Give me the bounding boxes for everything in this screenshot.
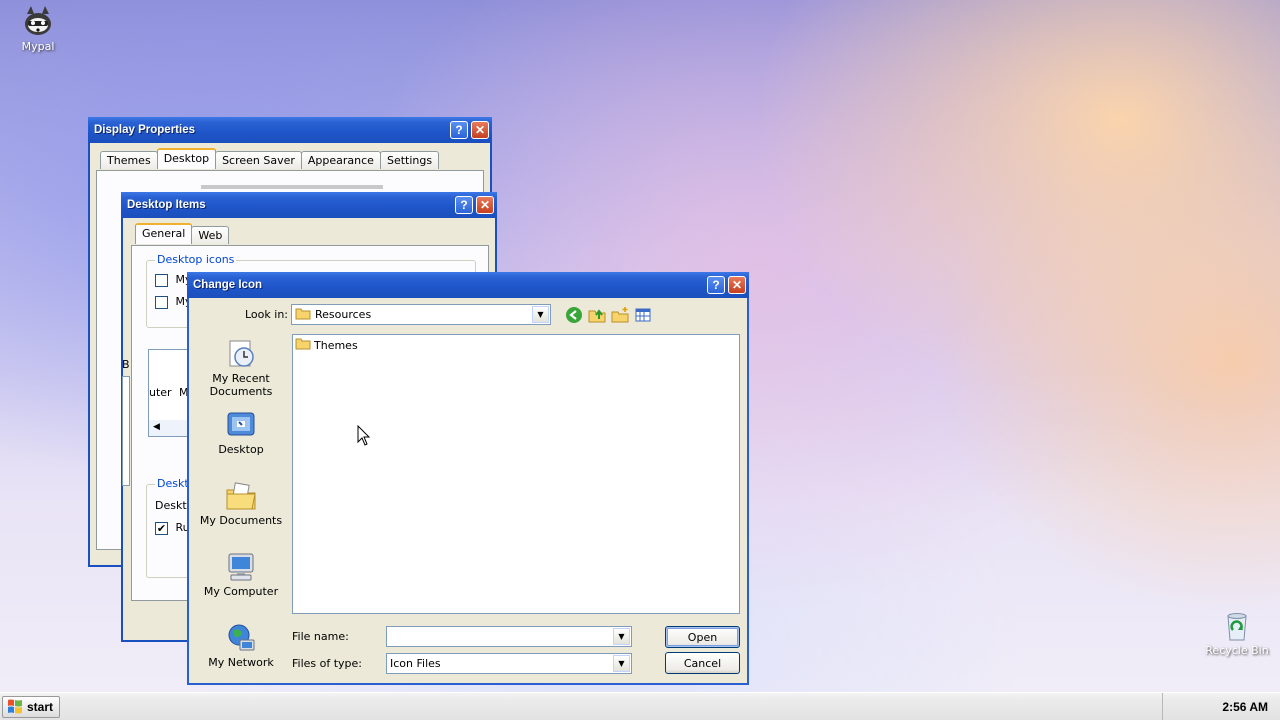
list-item[interactable]: Themes (295, 337, 358, 353)
desktop-icon (225, 409, 257, 441)
start-button[interactable]: start (2, 696, 60, 718)
close-button[interactable]: ✕ (728, 276, 746, 294)
folder-icon (295, 307, 311, 323)
start-label: start (27, 700, 54, 714)
my-documents-icon (225, 480, 257, 512)
place-my-documents[interactable]: My Documents (193, 480, 289, 527)
my-computer-icon (225, 551, 257, 583)
monitor-preview-edge (201, 185, 383, 189)
title-bar: Display Properties ? ✕ (88, 117, 492, 143)
look-in-value: Resources (315, 308, 372, 321)
recent-documents-icon (225, 338, 257, 370)
scroll-left-icon[interactable]: ◀ (153, 422, 160, 432)
group-label: Desktop icons (155, 253, 237, 266)
my-network-icon (225, 622, 257, 654)
clock[interactable]: 2:56 AM (1222, 700, 1268, 714)
taskbar: start 2:56 AM (0, 692, 1280, 720)
cancel-button[interactable]: Cancel (665, 652, 740, 674)
chevron-down-icon[interactable]: ▼ (613, 628, 630, 645)
window-title: Change Icon (193, 279, 263, 291)
files-of-type-dropdown[interactable]: Icon Files ▼ (386, 653, 632, 674)
tab-web[interactable]: Web (191, 226, 230, 244)
partial-label: B (122, 358, 130, 371)
icon-caption: uter (149, 386, 172, 399)
desktop-icon-label: Mypal (21, 40, 55, 53)
files-of-type-label: Files of type: (292, 657, 363, 670)
window-title: Display Properties (94, 124, 195, 136)
folder-icon (295, 337, 311, 353)
checkbox[interactable] (155, 273, 168, 287)
change-icon-dialog: Change Icon ? ✕ Look in: Resources ▼ My … (187, 272, 749, 685)
place-label: My Computer (203, 585, 279, 598)
places-bar: My Recent Documents Desktop My Documents… (193, 322, 289, 669)
tab-general[interactable]: General (135, 223, 193, 244)
checkbox[interactable] (155, 295, 168, 309)
place-label: My Documents (199, 514, 283, 527)
place-my-computer[interactable]: My Computer (193, 551, 289, 598)
dialog-toolbar (565, 306, 652, 327)
system-tray: 2:56 AM (1162, 693, 1280, 720)
look-in-label: Look in: (245, 308, 288, 321)
title-bar: Desktop Items ? ✕ (121, 192, 497, 218)
help-button[interactable]: ? (707, 276, 725, 294)
open-button[interactable]: Open (665, 626, 740, 648)
file-name-input[interactable]: ▼ (386, 626, 632, 647)
place-recent-documents[interactable]: My Recent Documents (193, 338, 289, 398)
place-label: My Network (208, 656, 274, 669)
close-button[interactable]: ✕ (471, 121, 489, 139)
checkbox-row[interactable]: ✔ Ru (155, 521, 190, 535)
desktop-icon-label: Recycle Bin (1205, 644, 1269, 657)
close-button[interactable]: ✕ (476, 196, 494, 214)
recycle-bin-icon (1221, 610, 1253, 642)
place-desktop[interactable]: Desktop (193, 409, 289, 456)
view-menu-icon[interactable] (634, 306, 652, 327)
title-bar: Change Icon ? ✕ (187, 272, 749, 298)
help-button[interactable]: ? (455, 196, 473, 214)
mypal-raccoon-icon (21, 4, 55, 38)
tab-strip: Themes Desktop Screen Saver Appearance S… (100, 148, 440, 169)
file-name-label: File name: (292, 630, 349, 643)
list-edge (122, 376, 130, 486)
file-list[interactable]: Themes (292, 334, 740, 614)
up-folder-icon[interactable] (588, 306, 606, 327)
window-title: Desktop Items (127, 199, 206, 211)
place-label: Desktop (218, 443, 264, 456)
mouse-pointer-icon (357, 424, 371, 450)
tab-appearance[interactable]: Appearance (300, 151, 381, 169)
checkbox[interactable]: ✔ (155, 521, 168, 535)
look-in-dropdown[interactable]: Resources ▼ (291, 304, 551, 325)
desktop-icon-mypal[interactable]: Mypal (2, 4, 74, 53)
tab-strip: General Web (135, 223, 230, 244)
chevron-down-icon[interactable]: ▼ (532, 306, 549, 323)
place-my-network[interactable]: My Network (193, 622, 289, 669)
back-icon[interactable] (565, 306, 583, 327)
windows-logo-icon (7, 698, 23, 717)
desktop-icon-recycle-bin[interactable]: Recycle Bin (1200, 610, 1274, 657)
tab-desktop[interactable]: Desktop (156, 148, 217, 169)
tab-themes[interactable]: Themes (100, 151, 158, 169)
file-name: Themes (314, 338, 358, 352)
tab-settings[interactable]: Settings (379, 151, 440, 169)
new-folder-icon[interactable] (611, 306, 629, 327)
files-of-type-value: Icon Files (390, 657, 441, 670)
tab-screen-saver[interactable]: Screen Saver (215, 151, 302, 169)
place-label: My Recent Documents (209, 372, 273, 398)
chevron-down-icon[interactable]: ▼ (613, 655, 630, 672)
help-button[interactable]: ? (450, 121, 468, 139)
